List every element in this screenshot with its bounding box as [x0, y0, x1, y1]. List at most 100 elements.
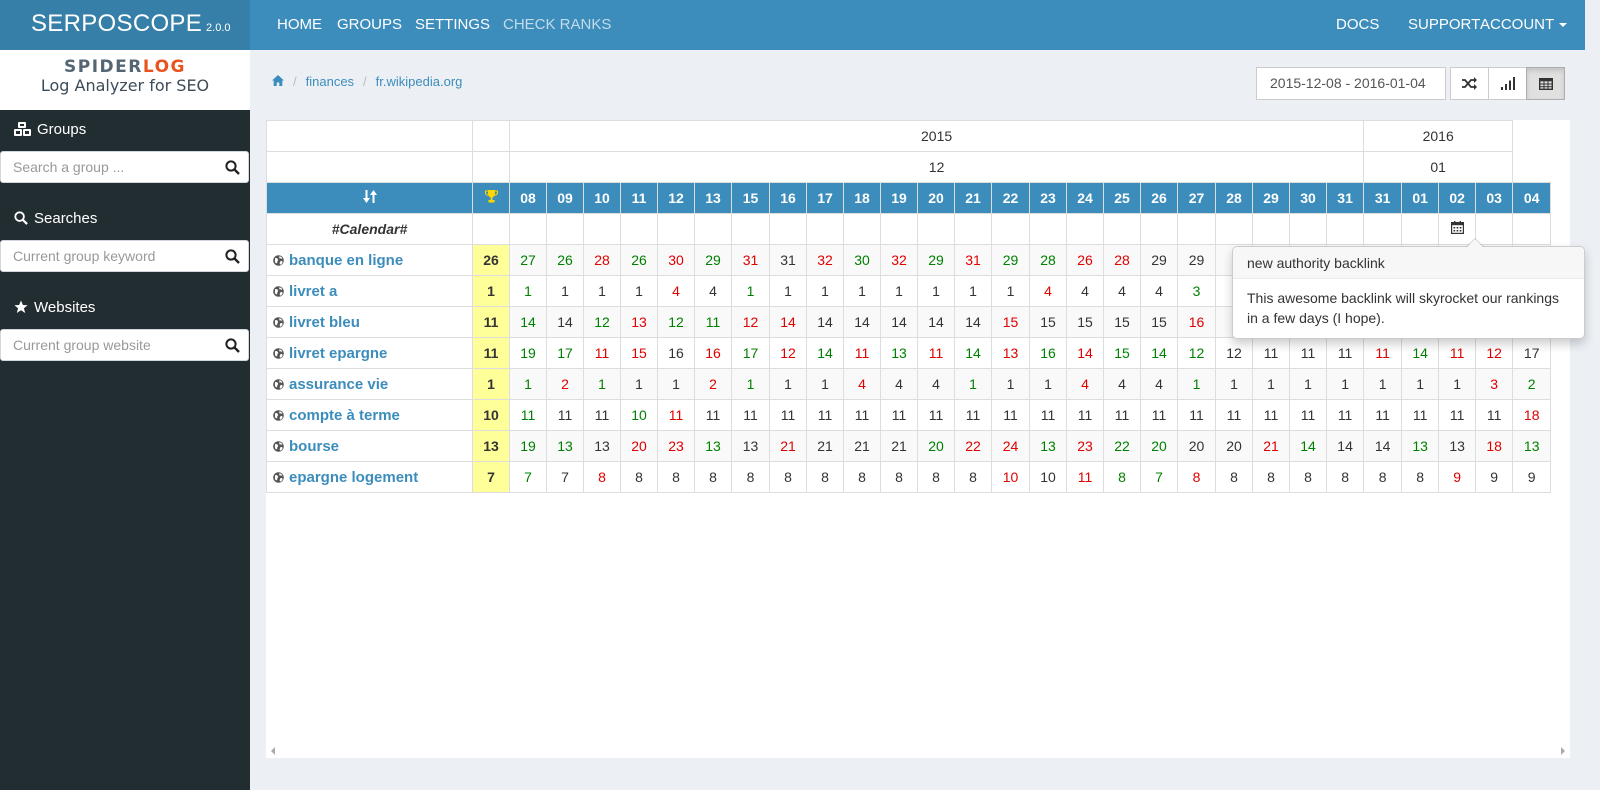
day-header[interactable]: 15	[731, 182, 770, 214]
search-icon[interactable]	[225, 249, 240, 267]
rank-cell: 29	[991, 244, 1030, 276]
day-header[interactable]: 21	[954, 182, 992, 214]
rank-cell: 26	[1066, 244, 1104, 276]
rank-cell: 22	[1103, 430, 1141, 462]
calendar-icon[interactable]	[1450, 221, 1464, 235]
keyword-link[interactable]: assurance vie	[289, 376, 388, 393]
day-header[interactable]: 20	[917, 182, 955, 214]
scroll-left-icon[interactable]	[270, 747, 276, 755]
rank-cell: 4	[843, 368, 881, 400]
day-header[interactable]: 29	[1252, 182, 1290, 214]
search-icon[interactable]	[225, 338, 240, 356]
spiderlog-logo[interactable]: SPIDERLOG Log Analyzer for SEO	[0, 50, 250, 110]
day-header[interactable]: 01	[1401, 182, 1440, 214]
keyword-link[interactable]: bourse	[289, 438, 339, 455]
day-header[interactable]: 31	[1325, 182, 1365, 214]
breadcrumb-website-link[interactable]: fr.wikipedia.org	[376, 74, 463, 89]
rank-cell: 32	[880, 244, 918, 276]
keyword-search-input[interactable]	[1, 241, 206, 271]
day-header[interactable]: 02	[1438, 182, 1477, 214]
calendar-cell	[880, 213, 918, 245]
rank-cell: 19	[509, 430, 547, 462]
rank-cell: 27	[509, 244, 547, 276]
rank-cell: 31	[769, 244, 807, 276]
nav-home-link[interactable]: HOME	[277, 0, 322, 50]
keyword-link[interactable]: livret epargne	[289, 345, 387, 362]
sort-toggle[interactable]	[266, 182, 473, 214]
rank-cell: 11	[1103, 399, 1141, 431]
day-header[interactable]: 13	[694, 182, 732, 214]
keyword-link[interactable]: epargne logement	[289, 469, 418, 486]
day-header[interactable]: 28	[1215, 182, 1253, 214]
rank-cell: 20	[1140, 430, 1178, 462]
nav-check-ranks-link[interactable]: CHECK RANKS	[503, 0, 611, 50]
day-header[interactable]: 25	[1103, 182, 1141, 214]
rank-cell: 16	[657, 337, 695, 369]
day-header[interactable]: 09	[546, 182, 584, 214]
rank-cell: 21	[769, 430, 807, 462]
website-search-input[interactable]	[1, 330, 206, 360]
day-header[interactable]: 04	[1512, 182, 1552, 214]
calendar-label: #Calendar#	[266, 213, 473, 245]
rank-cell: 9	[1512, 461, 1552, 493]
chart-view-button[interactable]	[1488, 67, 1527, 100]
day-header[interactable]: 26	[1140, 182, 1178, 214]
day-header[interactable]: 11	[620, 182, 658, 214]
calendar-row: #Calendar#	[266, 213, 1552, 245]
nav-support-link[interactable]: SUPPORT	[1408, 0, 1480, 50]
rank-cell: 11	[1475, 399, 1514, 431]
nav-docs-link[interactable]: DOCS	[1336, 0, 1379, 50]
search-icon	[14, 211, 28, 225]
globe-icon	[273, 316, 284, 328]
rank-cell: 2	[1512, 368, 1552, 400]
day-header[interactable]: 23	[1029, 182, 1067, 214]
rank-cell: 13	[694, 430, 732, 462]
table-view-button[interactable]	[1526, 67, 1565, 100]
day-header[interactable]: 18	[843, 182, 881, 214]
rank-cell: 13	[1401, 430, 1440, 462]
rank-cell: 12	[1215, 337, 1253, 369]
day-header[interactable]: 03	[1475, 182, 1514, 214]
day-header[interactable]: 31	[1363, 182, 1403, 214]
day-header[interactable]: 17	[806, 182, 844, 214]
rank-cell: 12	[769, 337, 807, 369]
day-header[interactable]: 19	[880, 182, 918, 214]
day-header[interactable]: 10	[583, 182, 621, 214]
app-brand[interactable]: SERPOSCOPE 2.0.0	[0, 0, 250, 50]
nav-account-dropdown[interactable]: ACCOUNT	[1480, 0, 1568, 50]
rank-cell: 11	[1066, 399, 1104, 431]
calendar-cell	[769, 213, 807, 245]
breadcrumb-group-link[interactable]: finances	[306, 74, 354, 89]
rank-cell: 29	[1177, 244, 1216, 276]
keyword-link[interactable]: banque en ligne	[289, 252, 403, 269]
day-header[interactable]: 08	[509, 182, 547, 214]
website-search-box	[0, 329, 249, 361]
year-header-row: 2015 2016	[266, 120, 1551, 152]
search-icon[interactable]	[225, 160, 240, 178]
day-header[interactable]: 16	[769, 182, 807, 214]
rank-cell: 11	[917, 337, 955, 369]
keyword-link[interactable]: compte à terme	[289, 407, 400, 424]
globe-icon	[273, 409, 284, 421]
random-view-button[interactable]	[1450, 67, 1489, 100]
day-header[interactable]: 12	[657, 182, 695, 214]
nav-settings-link[interactable]: SETTINGS	[415, 0, 490, 50]
breadcrumb-home-icon[interactable]	[272, 74, 284, 89]
rank-cell: 11	[1140, 399, 1178, 431]
group-search-input[interactable]	[1, 152, 206, 182]
scroll-right-icon[interactable]	[1560, 747, 1566, 755]
keyword-link[interactable]: livret a	[289, 283, 337, 300]
best-rank-cell: 11	[472, 337, 510, 369]
rank-cell: 1	[1363, 368, 1403, 400]
nav-groups-link[interactable]: GROUPS	[337, 0, 402, 50]
day-header[interactable]: 24	[1066, 182, 1104, 214]
keyword-link[interactable]: livret bleu	[289, 314, 360, 331]
daterange-input[interactable]: 2015-12-08 - 2016-01-04	[1256, 67, 1446, 100]
day-header[interactable]: 27	[1177, 182, 1216, 214]
rank-cell: 4	[1140, 275, 1178, 307]
rank-cell: 8	[917, 461, 955, 493]
day-header[interactable]: 22	[991, 182, 1030, 214]
rank-cell: 21	[806, 430, 844, 462]
horizontal-scrollbar[interactable]	[266, 745, 1570, 757]
day-header[interactable]: 30	[1289, 182, 1327, 214]
